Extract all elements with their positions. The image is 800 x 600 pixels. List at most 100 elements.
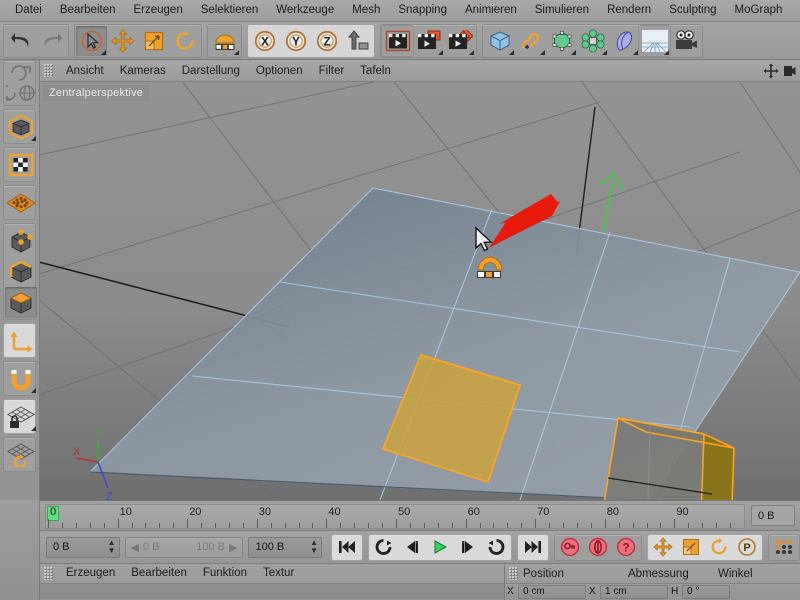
viewport-panel[interactable]: Ansicht Kameras Darstellung Optionen Fil… [40,60,800,500]
edge-mode-button[interactable] [5,256,37,287]
range-left-arrow-icon[interactable]: ◀ [131,541,139,554]
material-list-area[interactable] [40,584,504,599]
viewport-menu-kameras[interactable]: Kameras [112,61,174,81]
render-settings-button[interactable] [444,26,475,56]
viewport-menu-ansicht[interactable]: Ansicht [58,61,112,81]
render-region-button[interactable] [413,26,444,56]
menu-item-mograph[interactable]: MoGraph [726,0,792,21]
size-x-field[interactable]: 1 cm [600,584,668,599]
camera-view-button[interactable] [782,63,796,84]
polygon-mode-button[interactable] [5,287,37,318]
autokey-button[interactable] [584,535,612,559]
undo-button[interactable] [5,26,36,56]
workplane-lock-button[interactable] [5,401,37,432]
render-view-button[interactable] [381,24,414,57]
menu-item-simulieren[interactable]: Simulieren [526,0,598,21]
texture-mode-button[interactable] [5,149,37,180]
key-rotation-icon [711,538,727,555]
material-menu-textur[interactable]: Textur [255,564,302,583]
deform-mode-button[interactable] [5,187,37,218]
pan-view-button[interactable] [763,63,779,84]
menu-item-sculpting[interactable]: Sculpting [660,0,725,21]
scale-tool-button[interactable] [138,26,169,56]
globe-coordinates-button[interactable] [5,82,37,104]
axis-z-button[interactable]: Z [311,26,342,56]
move-tool-button[interactable] [107,26,138,56]
panel-grip-icon[interactable] [44,567,53,580]
menu-item-selektieren[interactable]: Selektieren [192,0,268,21]
timeline-ruler[interactable]: 0102030405060708090100 [45,504,745,529]
menu-item-bearbeiten[interactable]: Bearbeiten [51,0,125,21]
workplane-button[interactable] [209,26,240,56]
spinner-icon[interactable]: ▲ ▼ [108,539,116,555]
workplane-rotate-button[interactable] [5,439,37,470]
range-right-arrow-icon[interactable]: ▶ [229,541,237,554]
go-to-start-button[interactable] [333,535,361,559]
menu-item-mesh[interactable]: Mesh [343,0,389,21]
angle-h-field[interactable]: 0 ° [682,584,730,599]
viewport-3d-canvas[interactable]: Y Z X [40,82,800,500]
live-selection-button[interactable] [76,25,107,56]
camera-button[interactable] [670,26,701,56]
key-pla-button[interactable] [770,535,798,559]
record-key-button[interactable] [556,535,584,559]
transport-group-end [517,533,549,561]
camera-icon [675,29,697,49]
menu-item-charakter[interactable]: Charakt [791,0,800,21]
ruler-minor-tick [437,523,439,528]
material-menu-erzeugen[interactable]: Erzeugen [58,564,123,583]
snap-magnet-button[interactable] [5,363,37,394]
menu-item-snapping[interactable]: Snapping [389,0,456,21]
position-x-field[interactable]: 0 cm [518,584,586,599]
menu-item-datei[interactable]: Datei [6,0,51,21]
coordinate-system-button[interactable] [342,26,373,56]
spline-button[interactable] [515,26,546,56]
rotate-tool-button[interactable] [169,26,200,56]
key-position-button[interactable] [649,535,677,559]
flyout-corner-icon [31,388,36,393]
current-frame-field[interactable]: 0 B [751,505,795,526]
step-back-button[interactable] [398,535,426,559]
rail-group-axis-mode [3,323,36,358]
menu-item-animieren[interactable]: Animieren [456,0,526,21]
material-menu-bearbeiten[interactable]: Bearbeiten [123,564,195,583]
axis-x-button[interactable]: X [249,26,280,56]
redo-button[interactable] [36,26,67,56]
ruler-minor-tick [89,523,91,528]
menu-item-werkzeuge[interactable]: Werkzeuge [267,0,343,21]
step-forward-button[interactable] [454,535,482,559]
viewport-menu-tafeln[interactable]: Tafeln [352,61,399,81]
axis-y-button[interactable]: Y [280,26,311,56]
material-menu-funktion[interactable]: Funktion [195,564,255,583]
panel-grip-icon[interactable] [509,567,518,580]
key-selection-button[interactable]: ? [612,535,640,559]
panel-grip-icon[interactable] [44,64,53,77]
start-frame-field[interactable]: 0 B ▲ ▼ [46,536,120,558]
previous-key-button[interactable] [370,535,398,559]
menu-item-rendern[interactable]: Rendern [598,0,660,21]
viewport-menu-filter[interactable]: Filter [311,61,353,81]
render-settings-icon [448,29,473,49]
go-to-end-button[interactable] [519,535,547,559]
end-frame-field[interactable]: 100 B ▲ ▼ [248,536,322,558]
array-button[interactable] [577,26,608,56]
spinner-icon[interactable]: ▲ ▼ [310,539,318,555]
deformer-button[interactable] [608,26,639,56]
axis-mode-button[interactable] [5,325,37,356]
key-rotation-button[interactable] [705,535,733,559]
play-button[interactable] [426,535,454,559]
preview-range-field[interactable]: ◀ 0 B 100 B ▶ [124,536,244,558]
object-mode-button[interactable] [5,111,37,142]
point-mode-button[interactable] [5,225,37,256]
viewport-menu-darstellung[interactable]: Darstellung [174,61,248,81]
nurbs-button[interactable] [546,26,577,56]
key-parameter-button[interactable]: P [733,535,761,559]
environment-button[interactable] [638,24,671,57]
key-parameter-icon: P [738,538,756,556]
viewport-menu-optionen[interactable]: Optionen [248,61,311,81]
menu-item-erzeugen[interactable]: Erzeugen [124,0,191,21]
next-key-button[interactable] [482,535,510,559]
cube-primitive-button[interactable] [484,26,515,56]
undo-view-button[interactable] [5,62,37,82]
key-scale-button[interactable] [677,535,705,559]
